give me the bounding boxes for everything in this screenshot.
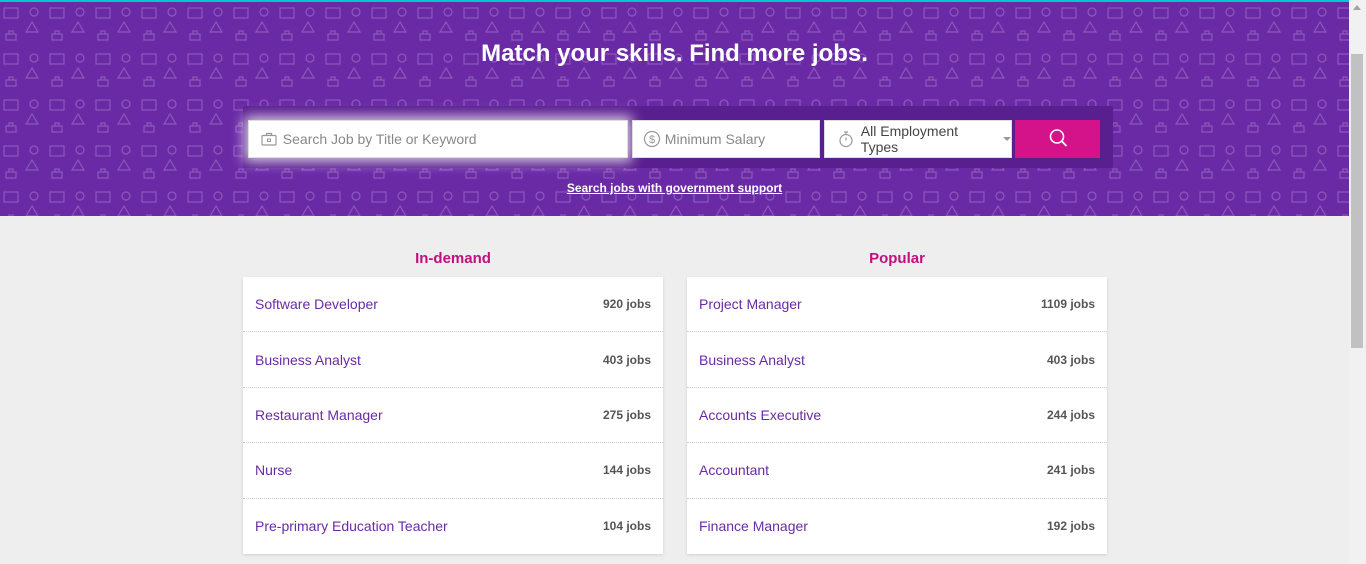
- job-count: 920 jobs: [602, 297, 651, 312]
- keyword-field[interactable]: [248, 120, 628, 158]
- keyword-input[interactable]: [280, 121, 627, 157]
- job-title-link[interactable]: Finance Manager: [699, 518, 808, 534]
- salary-field[interactable]: $: [632, 120, 820, 158]
- dollar-coin-icon: $: [641, 130, 663, 148]
- job-count: 144 jobs: [602, 463, 651, 478]
- in-demand-list: Software Developer 920 jobs Business Anal…: [243, 277, 663, 554]
- list-item[interactable]: Restaurant Manager 275 jobs: [243, 388, 663, 444]
- scroll-thumb[interactable]: [1351, 54, 1363, 348]
- job-count: 1109 jobs: [1040, 297, 1095, 312]
- list-item[interactable]: Software Developer 920 jobs: [243, 277, 663, 333]
- list-item[interactable]: Accountant 241 jobs: [687, 443, 1107, 499]
- job-title-link[interactable]: Pre-primary Education Teacher: [255, 518, 448, 534]
- popular-title: Popular: [869, 250, 925, 267]
- gov-support-link[interactable]: Search jobs with government support: [567, 181, 782, 195]
- job-title-link[interactable]: Business Analyst: [699, 352, 805, 368]
- page-title: Match your skills. Find more jobs.: [481, 40, 868, 67]
- list-item[interactable]: Nurse 144 jobs: [243, 443, 663, 499]
- job-count: 275 jobs: [602, 407, 651, 422]
- job-title-link[interactable]: Software Developer: [255, 296, 378, 312]
- list-item[interactable]: Finance Manager 192 jobs: [687, 499, 1107, 554]
- salary-input[interactable]: [662, 121, 819, 157]
- job-title-link[interactable]: Business Analyst: [255, 352, 361, 368]
- list-item[interactable]: Pre-primary Education Teacher 104 jobs: [243, 499, 663, 554]
- svg-text:$: $: [649, 134, 655, 146]
- search-button[interactable]: [1015, 120, 1100, 158]
- employment-type-label: All Employment Types: [860, 123, 959, 155]
- popular-list: Project Manager 1109 jobs Business Analys…: [687, 277, 1107, 554]
- scrollbar[interactable]: [1349, 0, 1366, 564]
- job-title-link[interactable]: Restaurant Manager: [255, 407, 383, 423]
- job-count: 192 jobs: [1046, 519, 1095, 534]
- hero-banner: Match your skills. Find more jobs. $ All…: [0, 2, 1349, 216]
- briefcase-icon: [257, 132, 281, 146]
- job-count: 241 jobs: [1046, 463, 1095, 478]
- job-title-link[interactable]: Project Manager: [699, 296, 802, 312]
- list-item[interactable]: Accounts Executive 244 jobs: [687, 388, 1107, 444]
- in-demand-title: In-demand: [415, 250, 491, 267]
- gov-support-link-wrap: Search jobs with government support: [0, 179, 1349, 197]
- job-title-link[interactable]: Accounts Executive: [699, 407, 821, 423]
- chevron-down-icon: [1003, 137, 1011, 141]
- job-count: 403 jobs: [602, 352, 651, 367]
- search-bar: $ All Employment Types: [243, 106, 1113, 168]
- job-count: 244 jobs: [1046, 407, 1095, 422]
- list-item[interactable]: Business Analyst 403 jobs: [687, 332, 1107, 388]
- job-title-link[interactable]: Accountant: [699, 462, 769, 478]
- employment-type-select[interactable]: All Employment Types: [824, 120, 1012, 158]
- search-icon: [1048, 128, 1068, 151]
- list-item[interactable]: Project Manager 1109 jobs: [687, 277, 1107, 333]
- job-count: 403 jobs: [1046, 352, 1095, 367]
- stopwatch-icon: [833, 130, 859, 148]
- job-title-link[interactable]: Nurse: [255, 462, 292, 478]
- job-count: 104 jobs: [602, 519, 651, 534]
- scroll-up-arrow-icon[interactable]: [1353, 5, 1361, 10]
- list-item[interactable]: Business Analyst 403 jobs: [243, 332, 663, 388]
